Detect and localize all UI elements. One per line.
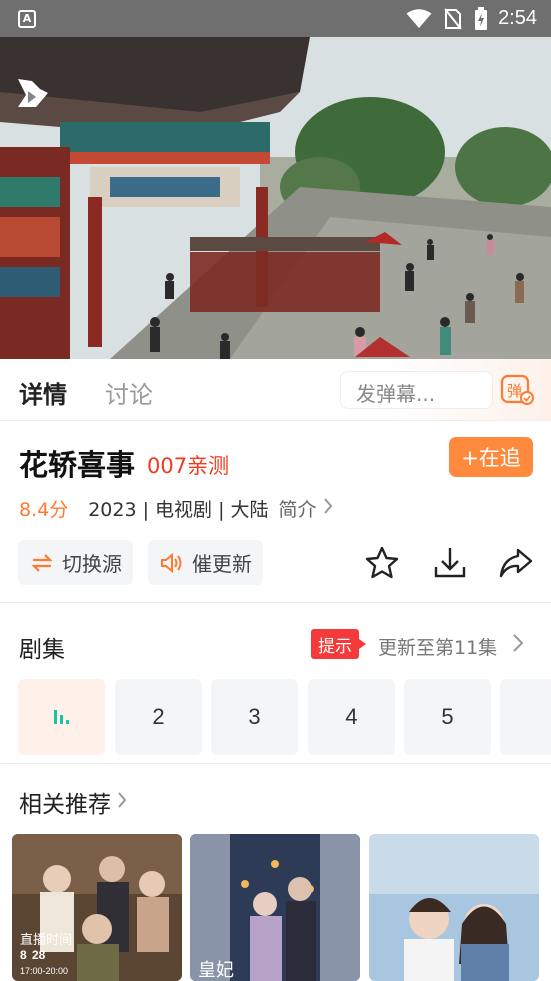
tabs-bar: 详情 讨论 发弹幕... 弹 <box>0 359 551 421</box>
poster-image: 直播时间 8 28 17:00-20:00 <box>12 834 182 981</box>
meta-info: 2023 | 电视剧 | 大陆 <box>88 499 269 521</box>
chevron-right-icon <box>117 789 127 815</box>
video-player[interactable] <box>0 37 551 359</box>
danmu-toggle-icon[interactable]: 弹 <box>500 374 534 406</box>
svg-text:弹: 弹 <box>507 382 522 400</box>
clock: 2:54 <box>498 7 537 29</box>
svg-text:28: 28 <box>32 948 46 962</box>
share-icon[interactable] <box>496 543 536 583</box>
poster-image: 皇妃 <box>190 834 360 981</box>
svg-text:直播时间: 直播时间 <box>20 932 72 947</box>
wifi-icon <box>406 8 432 29</box>
update-status[interactable]: 更新至第11集 <box>378 633 497 660</box>
episode-item-6[interactable] <box>500 679 551 755</box>
episode-item-2[interactable]: 2 <box>115 679 202 755</box>
speaker-icon <box>160 552 184 574</box>
svg-text:8: 8 <box>20 948 27 962</box>
back-icon[interactable] <box>14 73 54 113</box>
score: 8.4分 <box>19 499 69 521</box>
no-sim-icon <box>444 7 462 30</box>
battery-charging-icon <box>474 6 488 31</box>
recommend-card[interactable]: 皇妃 <box>190 834 360 981</box>
divider <box>0 602 551 603</box>
switch-source-button[interactable]: 切换源 <box>18 540 133 585</box>
episode-item-5[interactable]: 5 <box>404 679 491 755</box>
status-bar: A 2:54 <box>0 0 551 37</box>
urge-update-button[interactable]: 催更新 <box>148 540 263 585</box>
meta-line: 8.4分 2023 | 电视剧 | 大陆 简介 <box>19 495 333 522</box>
episodes-title: 剧集 <box>19 637 65 663</box>
video-frame-image <box>0 37 551 359</box>
now-playing-icon <box>54 710 69 724</box>
switch-source-label: 切换源 <box>62 552 122 576</box>
hint-badge: 提示 <box>311 629 366 659</box>
tab-details[interactable]: 详情 <box>19 375 67 410</box>
switch-icon <box>30 552 54 574</box>
episode-item-3[interactable]: 3 <box>211 679 298 755</box>
svg-text:皇妃: 皇妃 <box>198 960 234 981</box>
recommend-card[interactable]: 直播时间 8 28 17:00-20:00 <box>12 834 182 981</box>
recommend-title: 相关推荐 <box>19 792 111 818</box>
chevron-right-icon <box>323 497 333 520</box>
recommend-card[interactable] <box>369 834 539 981</box>
episode-item-1[interactable] <box>18 679 105 755</box>
episode-list: 2 3 4 5 <box>18 679 551 755</box>
source-tag: 007亲测 <box>147 454 230 478</box>
divider <box>0 763 551 764</box>
chevron-right-icon[interactable] <box>512 633 524 657</box>
intro-link[interactable]: 简介 <box>279 495 317 522</box>
show-title: 花轿喜事 <box>19 448 136 482</box>
episode-item-4[interactable]: 4 <box>308 679 395 755</box>
follow-button[interactable]: +在追 <box>449 437 533 477</box>
download-icon[interactable] <box>430 543 470 583</box>
app-notification-icon: A <box>18 9 36 28</box>
star-icon[interactable] <box>362 543 402 583</box>
danmu-input[interactable]: 发弹幕... <box>340 371 493 409</box>
poster-image <box>369 834 539 981</box>
urge-update-label: 催更新 <box>192 552 252 576</box>
svg-text:17:00-20:00: 17:00-20:00 <box>20 966 68 976</box>
recommend-header[interactable]: 相关推荐 <box>19 785 127 819</box>
tab-discuss[interactable]: 讨论 <box>105 375 153 410</box>
